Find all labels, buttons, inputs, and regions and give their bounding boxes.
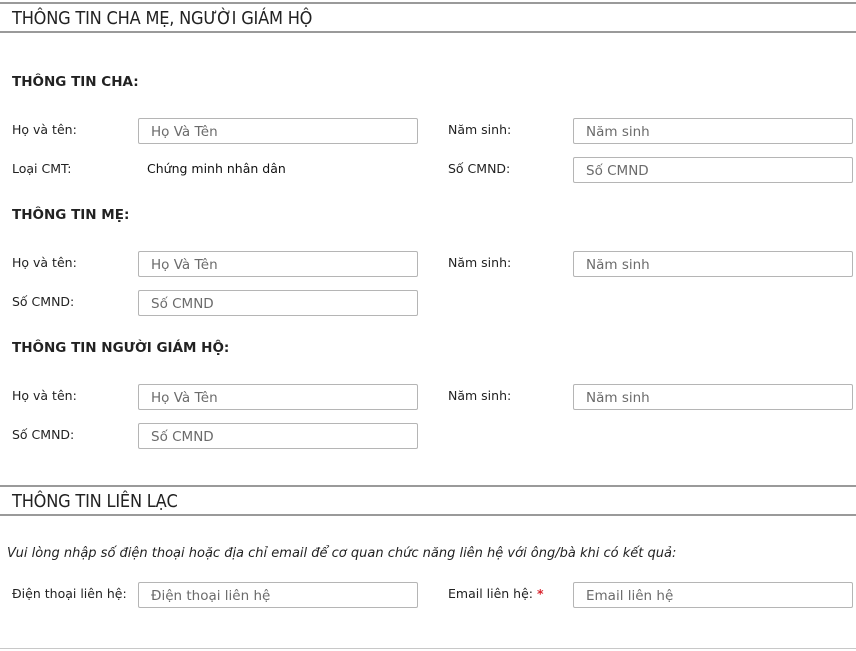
mother-id-number-label: Số CMND: [12,294,75,309]
phone-label: Điện thoại liên hệ: [12,586,127,601]
required-mark: * [537,586,544,601]
parent-section-header: THÔNG TIN CHA MẸ, NGƯỜI GIÁM HỘ [0,2,856,33]
contact-section-header: THÔNG TIN LIÊN LẠC [0,485,856,516]
father-birth-year-label: Năm sinh: [448,122,512,137]
guardian-name-label: Họ và tên: [12,388,77,403]
father-id-number-label: Số CMND: [448,161,511,176]
father-name-label: Họ và tên: [12,122,77,137]
father-id-number-input[interactable] [573,157,853,183]
email-input[interactable] [573,582,853,608]
mother-birth-year-label: Năm sinh: [448,255,512,270]
guardian-birth-year-label: Năm sinh: [448,388,512,403]
bottom-divider [0,648,856,649]
father-id-type-label: Loại CMT: [12,161,72,176]
contact-section-title: THÔNG TIN LIÊN LẠC [12,491,178,512]
phone-input[interactable] [138,582,418,608]
father-heading: THÔNG TIN CHA: [12,74,139,90]
mother-birth-year-input[interactable] [573,251,853,277]
parent-section-title: THÔNG TIN CHA MẸ, NGƯỜI GIÁM HỘ [12,8,313,29]
contact-note: Vui lòng nhập số điện thoại hoặc địa chỉ… [7,546,677,561]
guardian-id-number-label: Số CMND: [12,427,75,442]
mother-heading: THÔNG TIN MẸ: [12,207,130,223]
mother-name-input[interactable] [138,251,418,277]
mother-name-label: Họ và tên: [12,255,77,270]
email-label-wrap: Email liên hệ: * [448,586,544,601]
guardian-birth-year-input[interactable] [573,384,853,410]
guardian-name-input[interactable] [138,384,418,410]
email-label: Email liên hệ: [448,586,534,601]
father-name-input[interactable] [138,118,418,144]
guardian-id-number-input[interactable] [138,423,418,449]
father-id-type-value: Chứng minh nhân dân [147,161,286,176]
mother-id-number-input[interactable] [138,290,418,316]
guardian-heading: THÔNG TIN NGƯỜI GIÁM HỘ: [12,340,230,356]
father-birth-year-input[interactable] [573,118,853,144]
